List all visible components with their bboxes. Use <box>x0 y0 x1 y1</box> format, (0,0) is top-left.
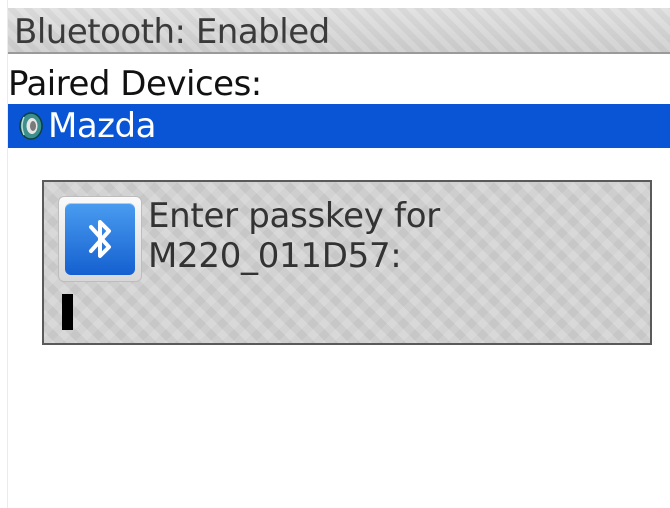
paired-device-row-mazda[interactable]: Mazda <box>8 104 670 148</box>
text-cursor <box>62 294 73 330</box>
title-bar: Bluetooth: Enabled <box>8 8 670 54</box>
passkey-input[interactable] <box>62 290 462 332</box>
bluetooth-icon-frame <box>58 196 142 282</box>
paired-devices-label: Paired Devices: <box>8 64 262 104</box>
passkey-prompt: Enter passkey for M220_011D57: <box>148 196 440 276</box>
passkey-dialog: Enter passkey for M220_011D57: <box>42 180 652 345</box>
device-sound-icon <box>19 112 43 140</box>
screen-left-edge <box>0 0 8 508</box>
bluetooth-icon-tile <box>65 203 135 275</box>
bluetooth-status-title: Bluetooth: Enabled <box>14 12 330 52</box>
paired-device-name: Mazda <box>48 106 156 146</box>
bluetooth-icon <box>89 220 111 258</box>
